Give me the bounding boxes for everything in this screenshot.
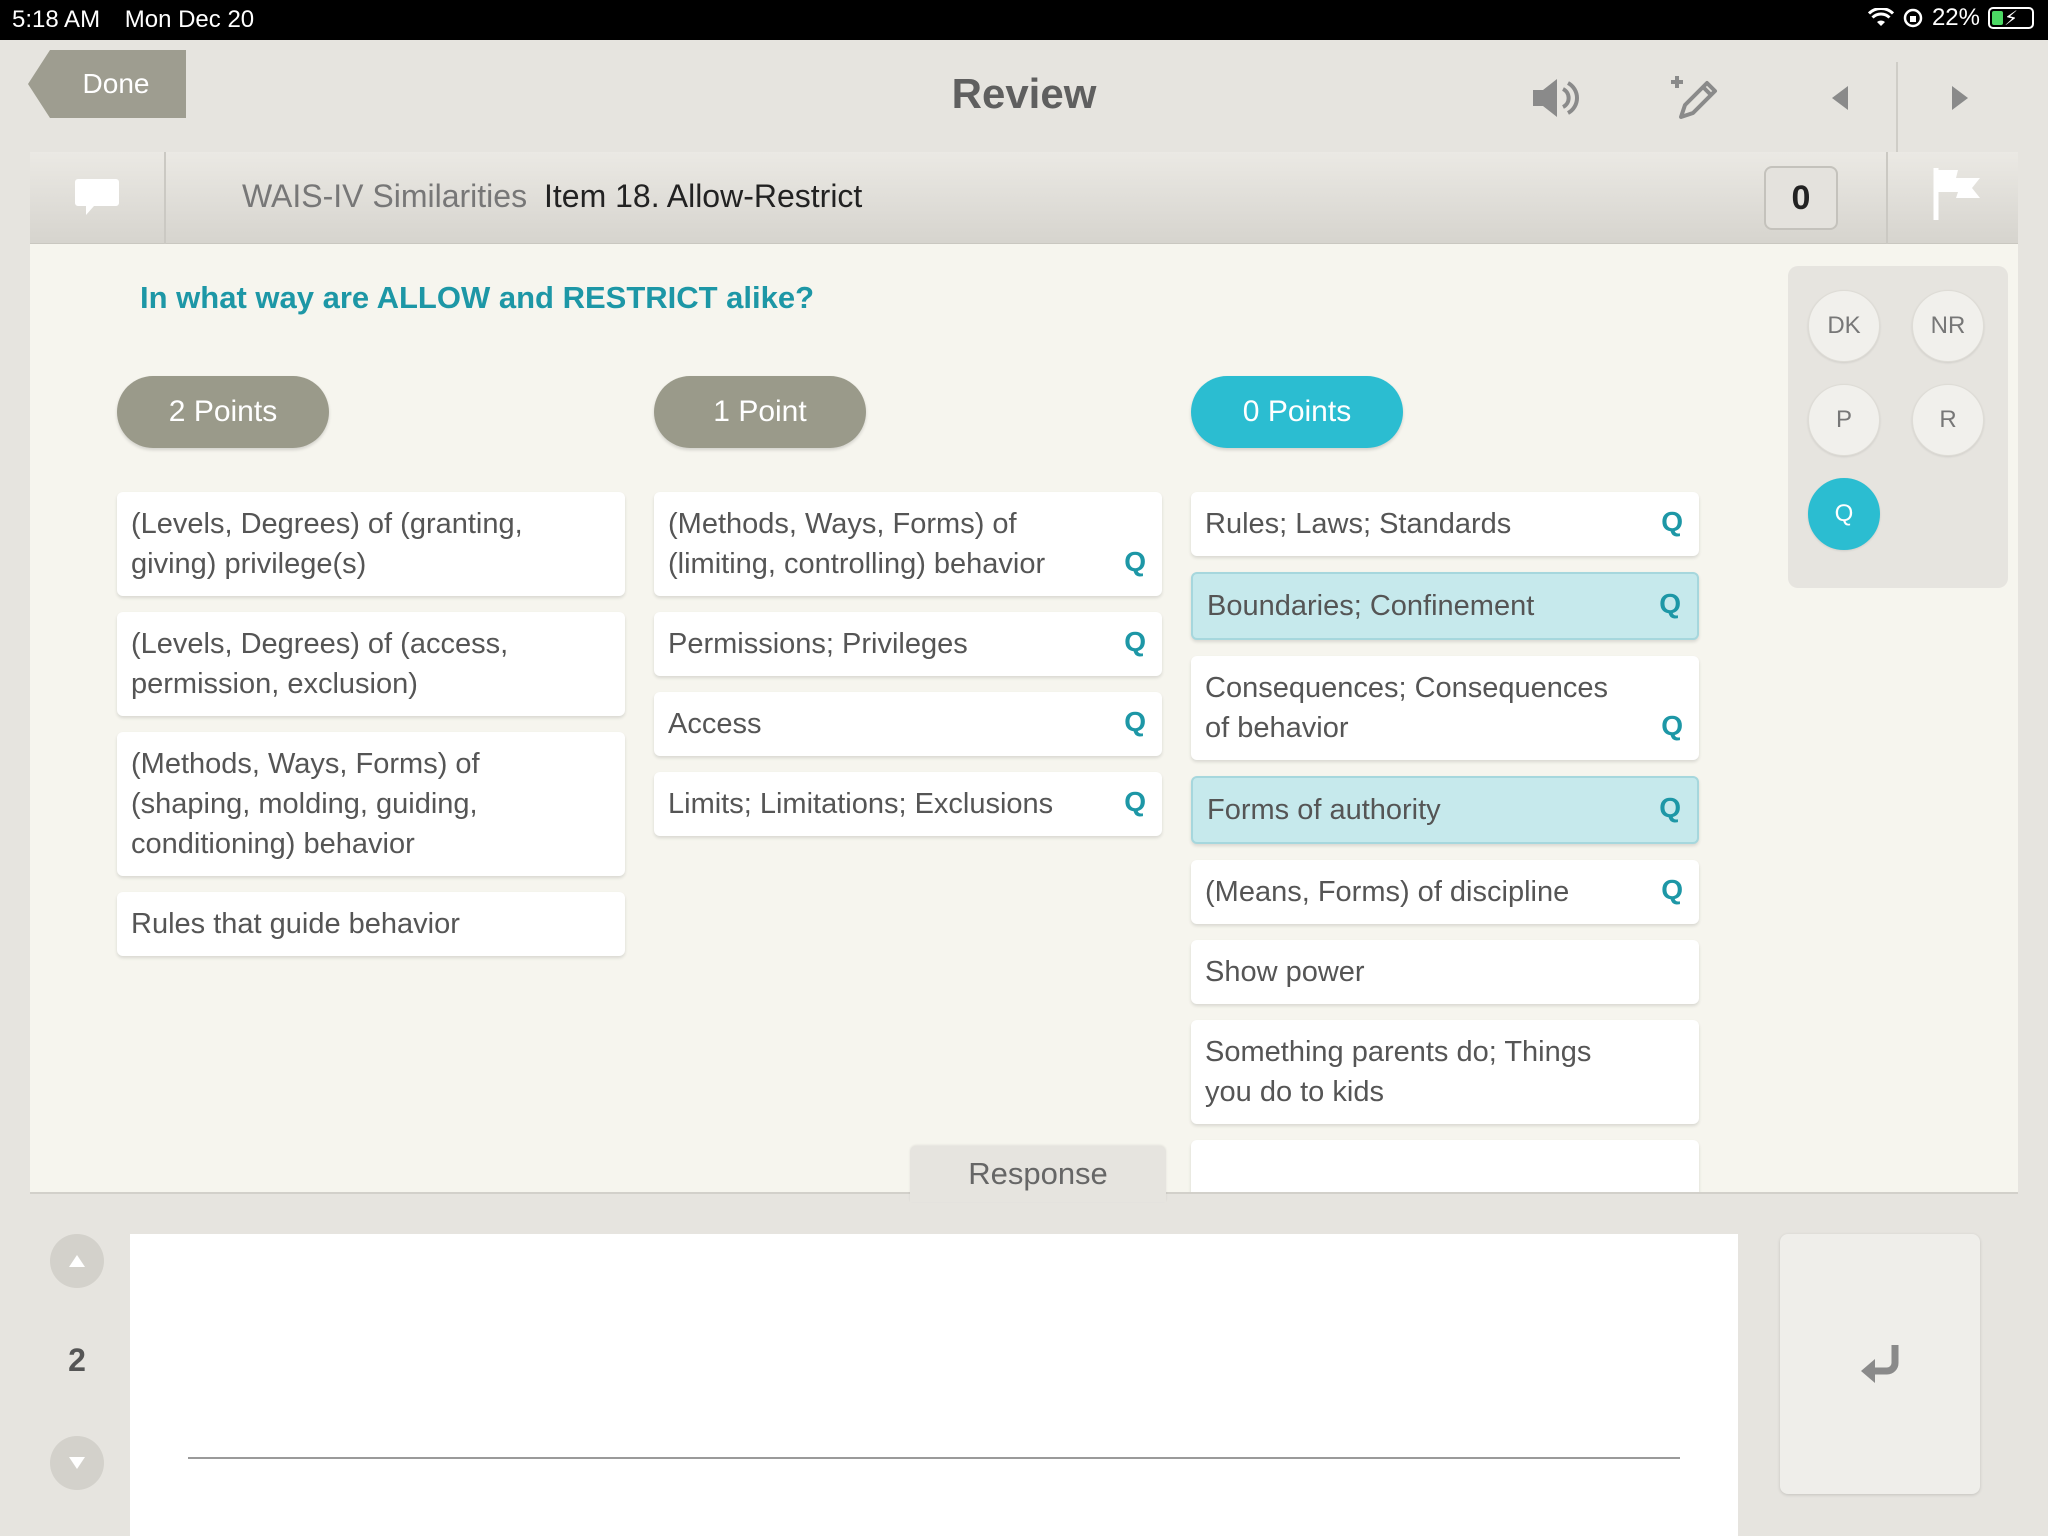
response-card[interactable]: Rules that guide behavior xyxy=(117,892,625,956)
status-bar: 5:18 AM Mon Dec 20 22% ⚡ xyxy=(0,0,2048,40)
dk-button[interactable]: DK xyxy=(1808,290,1880,362)
response-card[interactable]: (Levels, Degrees) of (access, permission… xyxy=(117,612,625,716)
speech-bubble-icon xyxy=(75,179,119,215)
p-button[interactable]: P xyxy=(1808,384,1880,456)
query-marker: Q xyxy=(1661,874,1683,905)
2-points-button[interactable]: 2 Points xyxy=(117,376,329,448)
up-arrow-icon xyxy=(69,1255,85,1267)
1-point-button[interactable]: 1 Point xyxy=(654,376,866,448)
query-marker: Q xyxy=(1124,546,1146,577)
enter-button[interactable] xyxy=(1780,1234,1980,1494)
query-marker: Q xyxy=(1661,710,1683,741)
column-0-points: 0 Points Rules; Laws; Standards Q Boundar… xyxy=(1191,376,1699,1192)
header-divider xyxy=(1886,152,1888,244)
query-marker: Q xyxy=(1124,626,1146,657)
response-card-selected[interactable]: Boundaries; Confinement Q xyxy=(1191,572,1699,640)
item-name: Item 18. Allow-Restrict xyxy=(544,178,863,214)
page-title: Review xyxy=(951,70,1097,117)
response-card[interactable]: Limits; Limitations; Exclusions Q xyxy=(654,772,1162,836)
response-tab[interactable]: Response xyxy=(910,1146,1166,1202)
r-button[interactable]: R xyxy=(1912,384,1984,456)
status-time: 5:18 AM xyxy=(12,6,101,33)
wifi-icon xyxy=(1867,8,1894,26)
battery-icon: ⚡ xyxy=(1988,7,2034,30)
response-card[interactable]: Consequences; Consequences of behavior Q xyxy=(1191,656,1699,760)
flag-icon xyxy=(1933,168,1980,220)
query-marker: Q xyxy=(1659,588,1681,619)
query-marker: Q xyxy=(1659,792,1681,823)
response-input-area[interactable] xyxy=(130,1234,1738,1536)
response-up-button[interactable] xyxy=(50,1234,104,1288)
item-header: WAIS-IV Similarities Item 18. Allow-Rest… xyxy=(30,152,2018,244)
previous-arrow-icon[interactable] xyxy=(1810,68,1870,128)
question-text: In what way are ALLOW and RESTRICT alike… xyxy=(140,280,815,315)
writing-line xyxy=(188,1457,1680,1459)
response-number: 2 xyxy=(68,1342,86,1378)
down-arrow-icon xyxy=(69,1457,85,1469)
scoring-panel: In what way are ALLOW and RESTRICT alike… xyxy=(30,244,2018,1192)
column-1-point: 1 Point (Methods, Ways, Forms) of (limit… xyxy=(654,376,1162,852)
response-card[interactable]: Permissions; Privileges Q xyxy=(654,612,1162,676)
comment-button[interactable] xyxy=(30,152,166,244)
response-code-panel: DK NR P R Q xyxy=(1788,266,2008,588)
score-box[interactable]: 0 xyxy=(1764,166,1838,230)
query-marker: Q xyxy=(1124,786,1146,817)
response-card[interactable]: Access Q xyxy=(654,692,1162,756)
response-down-button[interactable] xyxy=(50,1436,104,1490)
response-card[interactable]: (Methods, Ways, Forms) of (limiting, con… xyxy=(654,492,1162,596)
next-arrow-icon[interactable] xyxy=(1930,68,1990,128)
query-marker: Q xyxy=(1124,706,1146,737)
speaker-icon[interactable] xyxy=(1524,68,1584,128)
0-points-button[interactable]: 0 Points xyxy=(1191,376,1403,448)
orientation-lock-icon xyxy=(1903,8,1923,28)
q-button[interactable]: Q xyxy=(1808,478,1880,550)
response-card[interactable]: Rules; Laws; Standards Q xyxy=(1191,492,1699,556)
column-2-points: 2 Points (Levels, Degrees) of (granting,… xyxy=(117,376,625,972)
return-arrow-icon xyxy=(1861,1345,1899,1383)
flag-button[interactable] xyxy=(1928,164,1998,234)
nr-button[interactable]: NR xyxy=(1912,290,1984,362)
response-card[interactable]: (Means, Forms) of discipline Q xyxy=(1191,860,1699,924)
response-card-selected[interactable]: Forms of authority Q xyxy=(1191,776,1699,844)
status-date: Mon Dec 20 xyxy=(124,6,255,33)
response-card[interactable]: (Methods, Ways, Forms) of (shaping, mold… xyxy=(117,732,625,876)
nav-bar: Done Review xyxy=(0,40,2048,162)
add-note-pencil-icon[interactable] xyxy=(1664,68,1724,128)
subtest-name: WAIS-IV Similarities xyxy=(242,178,528,214)
nav-divider xyxy=(1896,62,1898,162)
query-marker: Q xyxy=(1661,506,1683,537)
response-card[interactable]: Something parents do; Things you do to k… xyxy=(1191,1020,1699,1124)
response-card[interactable]: Show power xyxy=(1191,940,1699,1004)
response-card[interactable]: (Levels, Degrees) of (granting, giving) … xyxy=(117,492,625,596)
battery-percent: 22% xyxy=(1931,4,1980,31)
response-card-partial[interactable] xyxy=(1191,1140,1699,1192)
